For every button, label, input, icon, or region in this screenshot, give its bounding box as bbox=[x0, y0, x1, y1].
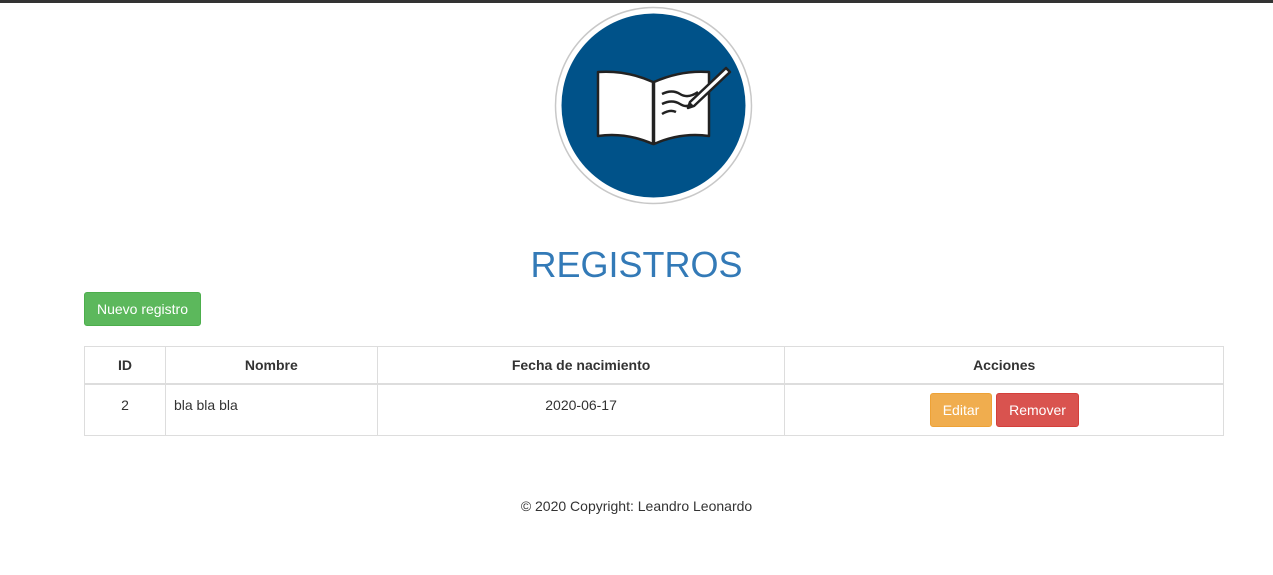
column-header-nombre: Nombre bbox=[164, 346, 378, 385]
footer-copyright: © 2020 Copyright: Leandro Leonardo bbox=[520, 498, 753, 514]
column-header-acciones: Acciones bbox=[784, 346, 1224, 385]
column-header-fecha: Fecha de nacimiento bbox=[376, 346, 786, 385]
remove-button[interactable]: Remover bbox=[996, 393, 1079, 427]
book-writing-logo-icon bbox=[554, 6, 753, 205]
edit-button[interactable]: Editar bbox=[930, 393, 992, 427]
table-header-row: ID Nombre Fecha de nacimiento Acciones bbox=[84, 346, 1224, 385]
cell-nombre: bla bla bla bbox=[164, 383, 378, 436]
new-record-button[interactable]: Nuevo registro bbox=[84, 292, 201, 326]
page-title: REGISTROS bbox=[530, 244, 743, 285]
cell-fecha: 2020-06-17 bbox=[376, 383, 786, 436]
cell-id: 2 bbox=[84, 383, 166, 436]
column-header-id: ID bbox=[84, 346, 166, 385]
